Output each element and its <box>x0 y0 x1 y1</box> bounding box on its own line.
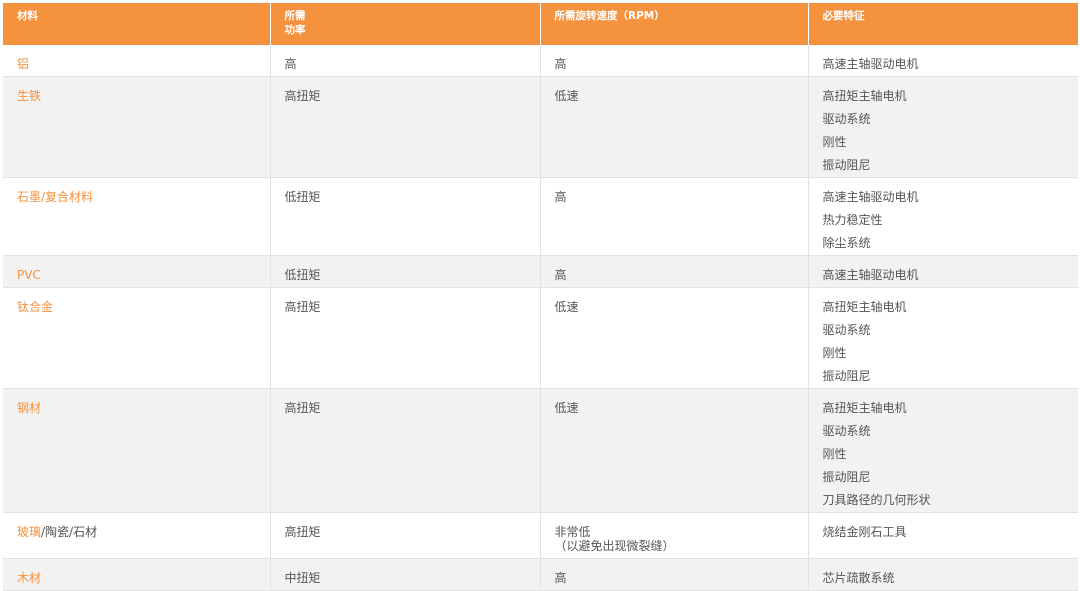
power-cell: 中扭矩 <box>269 558 540 591</box>
header-power: 所需 功率 <box>269 3 540 45</box>
power-cell: 高 <box>269 45 540 77</box>
feature-item: 振动阻尼 <box>822 158 871 172</box>
material-link[interactable]: 木材 <box>17 571 41 585</box>
feature-item: 刚性 <box>822 135 847 149</box>
rpm-cell: 低速 <box>539 287 808 389</box>
features-cell: 高速主轴驱动电机 <box>807 255 1078 288</box>
features-cell: 高速主轴驱动电机 <box>807 45 1078 77</box>
rpm-cell: 高 <box>539 558 808 591</box>
material-link[interactable]: 铝 <box>17 57 29 71</box>
feature-item: 驱动系统 <box>822 112 871 126</box>
features-cell: 高速主轴驱动电机 热力稳定性 除尘系统 <box>807 177 1078 256</box>
power-cell: 低扭矩 <box>269 255 540 288</box>
feature-item: 高扭矩主轴电机 <box>822 89 907 103</box>
material-cell: 生铁 <box>3 76 270 178</box>
features-cell: 烧结金刚石工具 <box>807 512 1078 559</box>
feature-item: 刚性 <box>822 447 847 461</box>
material-link[interactable]: 钢材 <box>17 401 41 415</box>
feature-item: 驱动系统 <box>822 424 871 438</box>
rpm-cell: 高 <box>539 177 808 256</box>
power-cell: 高扭矩 <box>269 388 540 513</box>
material-link[interactable]: 钛合金 <box>17 300 53 314</box>
material-link[interactable]: 玻璃 <box>17 525 41 539</box>
header-features: 必要特征 <box>807 3 1078 45</box>
rpm-line: （以避免出现微裂缝） <box>554 539 675 553</box>
rpm-cell: 高 <box>539 255 808 288</box>
table-row: 生铁 高扭矩 低速 高扭矩主轴电机 驱动系统 刚性 振动阻尼 <box>3 76 1078 178</box>
rpm-cell: 非常低 （以避免出现微裂缝） <box>539 512 808 559</box>
features-cell: 高扭矩主轴电机 驱动系统 刚性 振动阻尼 <box>807 287 1078 389</box>
feature-item: 刚性 <box>822 346 847 360</box>
features-cell: 芯片疏散系统 <box>807 558 1078 591</box>
power-cell: 高扭矩 <box>269 512 540 559</box>
feature-item: 芯片疏散系统 <box>822 571 895 585</box>
features-cell: 高扭矩主轴电机 驱动系统 刚性 振动阻尼 <box>807 76 1078 178</box>
rpm-cell: 低速 <box>539 76 808 178</box>
power-cell: 低扭矩 <box>269 177 540 256</box>
feature-item: 高扭矩主轴电机 <box>822 401 907 415</box>
material-link[interactable]: 石墨/复合材料 <box>17 190 93 204</box>
table-row: 玻璃/陶瓷/石材 高扭矩 非常低 （以避免出现微裂缝） 烧结金刚石工具 <box>3 512 1078 559</box>
material-cell: 玻璃/陶瓷/石材 <box>3 512 270 559</box>
feature-item: 振动阻尼 <box>822 470 871 484</box>
table-row: PVC 低扭矩 高 高速主轴驱动电机 <box>3 255 1078 288</box>
rpm-cell: 低速 <box>539 388 808 513</box>
material-link[interactable]: 生铁 <box>17 89 41 103</box>
material-text: /陶瓷/石材 <box>41 525 98 539</box>
feature-item: 除尘系统 <box>822 236 871 250</box>
rpm-cell: 高 <box>539 45 808 77</box>
feature-item: 高速主轴驱动电机 <box>822 190 919 204</box>
power-cell: 高扭矩 <box>269 76 540 178</box>
table-header-row: 材料 所需 功率 所需旋转速度（RPM） 必要特征 <box>3 3 1078 45</box>
feature-item: 高速主轴驱动电机 <box>822 57 919 71</box>
header-material: 材料 <box>3 3 270 45</box>
material-cell: 石墨/复合材料 <box>3 177 270 256</box>
material-cell: 钢材 <box>3 388 270 513</box>
table-row: 钛合金 高扭矩 低速 高扭矩主轴电机 驱动系统 刚性 振动阻尼 <box>3 287 1078 389</box>
material-cell: PVC <box>3 255 270 288</box>
feature-item: 高扭矩主轴电机 <box>822 300 907 314</box>
table-row: 铝 高 高 高速主轴驱动电机 <box>3 45 1078 77</box>
feature-item: 刀具路径的几何形状 <box>822 493 931 507</box>
table-row: 石墨/复合材料 低扭矩 高 高速主轴驱动电机 热力稳定性 除尘系统 <box>3 177 1078 256</box>
materials-table: 材料 所需 功率 所需旋转速度（RPM） 必要特征 铝 高 高 高速主轴驱动电机… <box>3 3 1078 591</box>
header-rpm: 所需旋转速度（RPM） <box>539 3 808 45</box>
feature-item: 烧结金刚石工具 <box>822 525 907 539</box>
material-cell: 铝 <box>3 45 270 77</box>
material-cell: 钛合金 <box>3 287 270 389</box>
material-cell: 木材 <box>3 558 270 591</box>
rpm-line: 非常低 <box>554 525 591 539</box>
power-cell: 高扭矩 <box>269 287 540 389</box>
table-row: 木材 中扭矩 高 芯片疏散系统 <box>3 558 1078 591</box>
feature-item: 高速主轴驱动电机 <box>822 268 919 282</box>
feature-item: 振动阻尼 <box>822 369 871 383</box>
feature-item: 驱动系统 <box>822 323 871 337</box>
feature-item: 热力稳定性 <box>822 213 883 227</box>
material-link[interactable]: PVC <box>17 268 41 282</box>
table-row: 钢材 高扭矩 低速 高扭矩主轴电机 驱动系统 刚性 振动阻尼 刀具路径的几何形状 <box>3 388 1078 513</box>
features-cell: 高扭矩主轴电机 驱动系统 刚性 振动阻尼 刀具路径的几何形状 <box>807 388 1078 513</box>
